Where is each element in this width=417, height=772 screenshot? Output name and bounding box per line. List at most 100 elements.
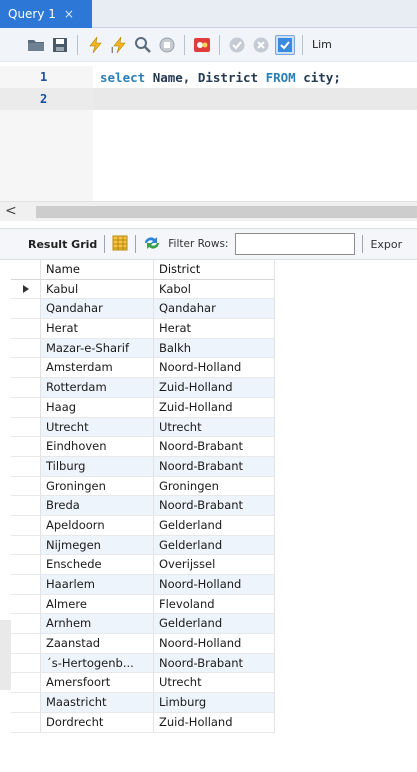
cell-name[interactable]: Arnhem: [41, 614, 154, 635]
cell-name[interactable]: Groningen: [41, 476, 154, 497]
row-indicator[interactable]: [11, 437, 41, 457]
execute-current-icon[interactable]: I: [109, 35, 129, 55]
editor-line[interactable]: 1 select Name, District FROM city;: [0, 66, 417, 88]
cell-district[interactable]: Overijssel: [154, 555, 275, 575]
row-indicator[interactable]: [11, 673, 41, 694]
execute-icon[interactable]: [85, 35, 105, 55]
sql-editor[interactable]: 1 select Name, District FROM city; 2: [0, 66, 417, 201]
refresh-icon[interactable]: [143, 236, 161, 253]
table-row[interactable]: Tilburg Noord-Brabant: [11, 456, 275, 477]
table-row[interactable]: Maastricht Limburg: [11, 693, 275, 713]
scrollbar-thumb[interactable]: [36, 206, 417, 218]
table-row[interactable]: Amsterdam Noord-Holland: [11, 358, 275, 379]
table-row[interactable]: Groningen Groningen: [11, 476, 275, 497]
table-row[interactable]: Apeldoorn Gelderland: [11, 515, 275, 536]
table-row[interactable]: Dordrecht Zuid-Holland: [11, 712, 275, 733]
cell-name[interactable]: Nijmegen: [41, 535, 154, 556]
autocommit-icon[interactable]: [275, 34, 295, 55]
row-indicator[interactable]: [11, 575, 41, 595]
cell-district[interactable]: Gelderland: [154, 535, 275, 556]
cell-name[interactable]: Qandahar: [41, 299, 154, 320]
cell-name[interactable]: Almere: [41, 594, 154, 615]
cell-district[interactable]: Noord-Brabant: [154, 653, 275, 674]
cell-name[interactable]: Apeldoorn: [41, 515, 154, 536]
cell-district[interactable]: Utrecht: [154, 673, 275, 694]
cell-district[interactable]: Balkh: [154, 338, 275, 359]
row-indicator[interactable]: [11, 653, 41, 674]
cell-district[interactable]: Kabol: [154, 279, 275, 300]
table-row[interactable]: Rotterdam Zuid-Holland: [11, 378, 275, 398]
table-row[interactable]: Mazar-e-Sharif Balkh: [11, 338, 275, 359]
filter-rows-input[interactable]: [235, 233, 356, 255]
cell-district[interactable]: Zuid-Holland: [154, 397, 275, 418]
cell-name[interactable]: Maastricht: [41, 693, 154, 713]
close-tab-icon[interactable]: ×: [64, 7, 74, 21]
column-header-name[interactable]: Name: [41, 260, 154, 280]
row-indicator[interactable]: [11, 358, 41, 379]
table-row[interactable]: Utrecht Utrecht: [11, 417, 275, 438]
cell-district[interactable]: Gelderland: [154, 515, 275, 536]
row-indicator[interactable]: [11, 378, 41, 398]
cell-name[interactable]: Amsterdam: [41, 358, 154, 379]
table-row[interactable]: Kabul Kabol: [11, 279, 275, 300]
tab-query-1[interactable]: Query 1 ×: [0, 0, 92, 28]
editor-horizontal-scrollbar[interactable]: <: [0, 201, 417, 221]
cell-district[interactable]: Flevoland: [154, 594, 275, 615]
column-header-district[interactable]: District: [154, 260, 275, 280]
row-indicator[interactable]: [11, 299, 41, 320]
cell-name[interactable]: Haag: [41, 397, 154, 418]
explain-icon[interactable]: [133, 35, 153, 55]
table-row[interactable]: Qandahar Qandahar: [11, 299, 275, 320]
cell-district[interactable]: Groningen: [154, 476, 275, 497]
cell-district[interactable]: Zuid-Holland: [154, 378, 275, 398]
row-indicator[interactable]: [11, 634, 41, 654]
export-button[interactable]: Expor: [370, 238, 402, 251]
table-row[interactable]: Enschede Overijssel: [11, 555, 275, 575]
table-row[interactable]: Arnhem Gelderland: [11, 614, 275, 635]
toggle-results-icon[interactable]: [192, 35, 212, 55]
row-indicator[interactable]: [11, 417, 41, 438]
row-indicator[interactable]: [11, 397, 41, 418]
table-row[interactable]: Haarlem Noord-Holland: [11, 575, 275, 595]
table-row[interactable]: Nijmegen Gelderland: [11, 535, 275, 556]
cell-name[interactable]: Eindhoven: [41, 437, 154, 457]
row-indicator[interactable]: [11, 496, 41, 516]
cell-district[interactable]: Noord-Holland: [154, 575, 275, 595]
table-row[interactable]: ´s-Hertogenb... Noord-Brabant: [11, 653, 275, 674]
cell-name[interactable]: Tilburg: [41, 456, 154, 477]
table-row[interactable]: Eindhoven Noord-Brabant: [11, 437, 275, 457]
cell-district[interactable]: Utrecht: [154, 417, 275, 438]
cell-name[interactable]: Herat: [41, 319, 154, 339]
table-row[interactable]: Breda Noord-Brabant: [11, 496, 275, 516]
result-grid-tab[interactable]: Result Grid: [8, 238, 97, 251]
row-indicator[interactable]: [11, 319, 41, 339]
cell-district[interactable]: Herat: [154, 319, 275, 339]
grid-view-icon[interactable]: [112, 235, 128, 254]
commit-icon[interactable]: [227, 35, 247, 55]
cell-name[interactable]: Utrecht: [41, 417, 154, 438]
cell-district[interactable]: Noord-Holland: [154, 358, 275, 379]
cell-district[interactable]: Noord-Brabant: [154, 496, 275, 516]
result-grid[interactable]: Name District Kabul Kabol Qandahar Qandahar…: [11, 260, 275, 733]
cell-name[interactable]: Kabul: [41, 279, 154, 300]
cell-name[interactable]: Rotterdam: [41, 378, 154, 398]
stop-icon[interactable]: [157, 35, 177, 55]
table-row[interactable]: Herat Herat: [11, 319, 275, 339]
scroll-left-icon[interactable]: <: [5, 203, 17, 219]
table-row[interactable]: Almere Flevoland: [11, 594, 275, 615]
row-indicator[interactable]: [11, 693, 41, 713]
current-row-pointer-icon[interactable]: [11, 279, 41, 300]
editor-line-current[interactable]: 2: [0, 88, 417, 110]
table-row[interactable]: Zaanstad Noord-Holland: [11, 634, 275, 654]
cell-name[interactable]: Amersfoort: [41, 673, 154, 694]
row-indicator[interactable]: [11, 555, 41, 575]
limit-rows-label[interactable]: Lim: [312, 38, 332, 51]
cell-name[interactable]: ´s-Hertogenb...: [41, 653, 154, 674]
rollback-icon[interactable]: [251, 35, 271, 55]
cell-name[interactable]: Dordrecht: [41, 712, 154, 733]
cell-district[interactable]: Noord-Brabant: [154, 437, 275, 457]
cell-district[interactable]: Noord-Holland: [154, 634, 275, 654]
table-row[interactable]: Haag Zuid-Holland: [11, 397, 275, 418]
table-row[interactable]: Amersfoort Utrecht: [11, 673, 275, 694]
cell-district[interactable]: Noord-Brabant: [154, 456, 275, 477]
